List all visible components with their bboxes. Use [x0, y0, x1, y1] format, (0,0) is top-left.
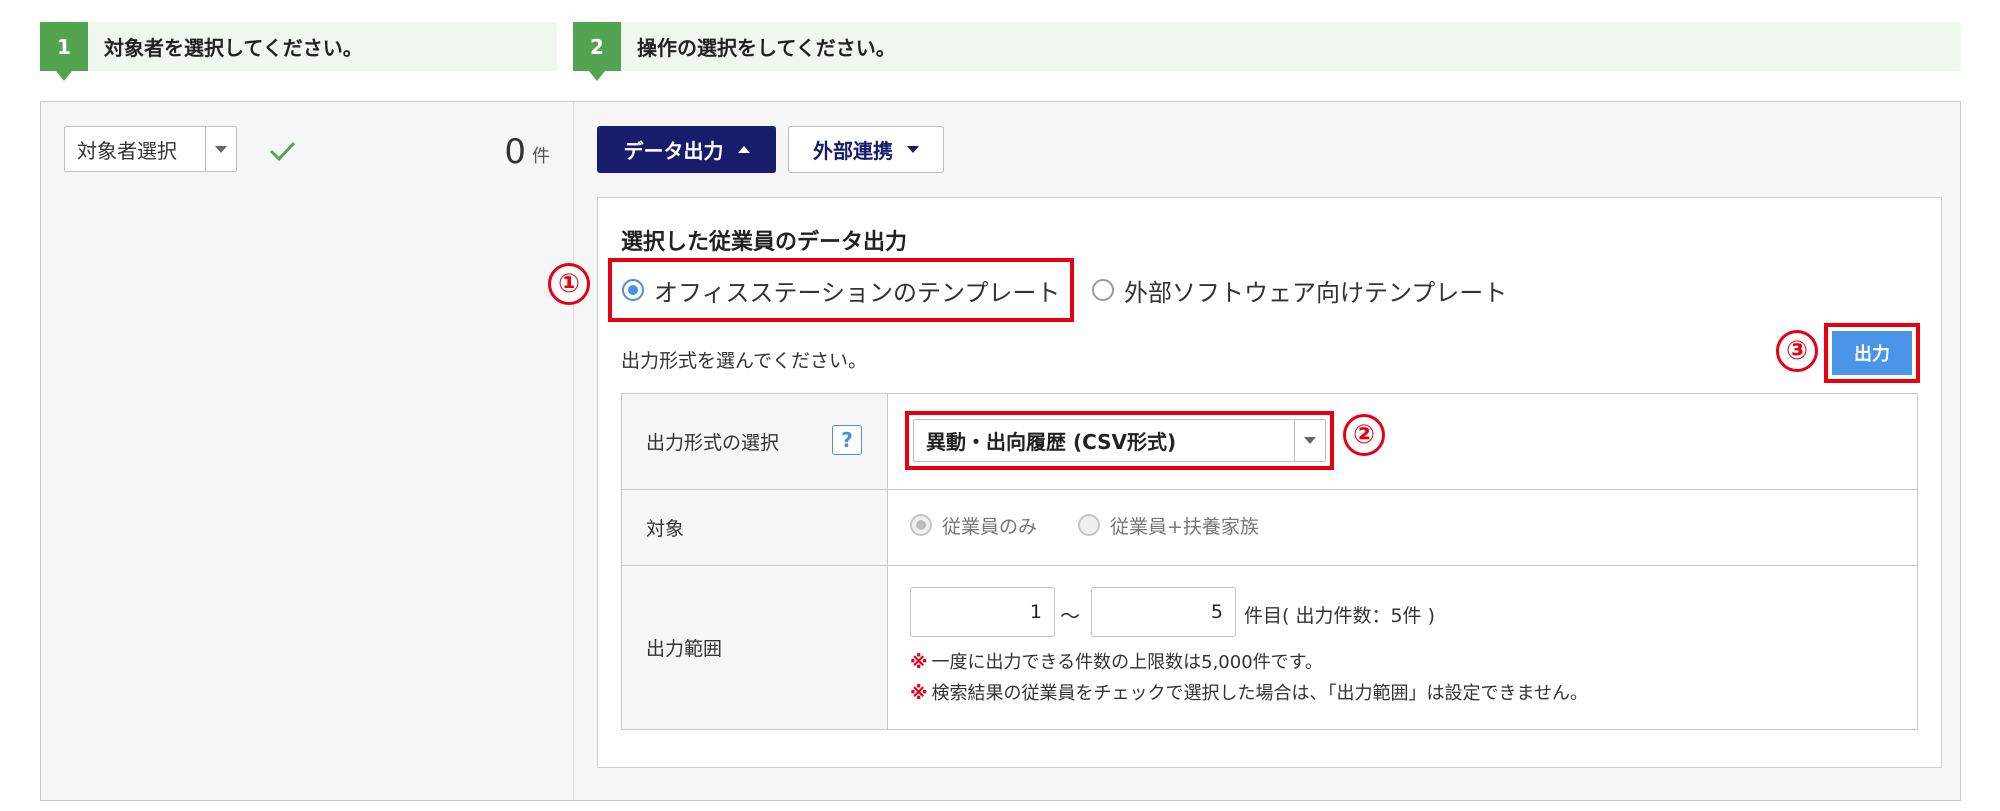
format-select[interactable]: 異動・出向履歴 (CSV形式) [913, 419, 1326, 462]
radio-selected-disabled-icon [910, 514, 932, 536]
output-button[interactable]: 出力 [1832, 331, 1912, 375]
target-count: 0 件 [470, 126, 550, 172]
help-icon[interactable]: ? [832, 425, 862, 455]
range-row-label: 出力範囲 [646, 638, 723, 660]
annotation-1: ① [548, 263, 590, 305]
target-option-with-dependents[interactable]: 従業員+扶養家族 [1078, 510, 1259, 540]
left-column [41, 102, 574, 800]
data-output-label: データ出力 [623, 139, 724, 163]
step-2-header: 2 操作の選択をしてください。 [573, 22, 1961, 81]
help-icon-glyph: ? [841, 428, 853, 452]
format-row-label: 出力形式の選択 [646, 432, 780, 454]
step-2-text: 操作の選択をしてください。 [637, 36, 896, 60]
chevron-up-icon [737, 146, 750, 153]
annotation-3: ③ [1776, 330, 1818, 372]
note-mark: ※ [910, 652, 928, 673]
section-title: 選択した従業員のデータ出力 [621, 230, 908, 255]
note-limit: ※ 一度に出力できる件数の上限数は5,000件です。 [910, 648, 1323, 674]
check-icon [266, 134, 298, 166]
note-range: ※ 検索結果の従業員をチェックで選択した場合は、「出力範囲」は設定できません。 [910, 679, 1588, 705]
format-prompt: 出力形式を選んでください。 [621, 350, 868, 372]
radio-selected-icon [622, 279, 644, 301]
target-count-value: 0 [504, 132, 526, 172]
range-separator: ～ [1060, 604, 1080, 628]
template-option-external[interactable]: 外部ソフトウェア向けテンプレート [1092, 272, 1507, 308]
chevron-down-icon [1294, 420, 1325, 461]
target-row-value [887, 489, 1918, 566]
target-count-unit: 件 [532, 146, 550, 167]
template-option-office[interactable]: オフィスステーションのテンプレート [622, 272, 1060, 308]
template-option-external-label: 外部ソフトウェア向けテンプレート [1124, 278, 1508, 307]
target-option-employee-only-label: 従業員のみ [942, 515, 1038, 538]
chevron-down-icon [205, 127, 236, 171]
annotation-2: ② [1343, 414, 1385, 456]
external-link-button[interactable]: 外部連携 [788, 126, 944, 173]
target-select-label: 対象者選択 [77, 138, 177, 163]
target-select[interactable]: 対象者選択 [64, 126, 237, 172]
note-range-text: 検索結果の従業員をチェックで選択した場合は、「出力範囲」は設定できません。 [931, 683, 1588, 704]
radio-unselected-icon [1092, 279, 1114, 301]
target-option-employee-only[interactable]: 従業員のみ [910, 510, 1037, 540]
range-row-header: 出力範囲 [621, 565, 888, 730]
note-mark: ※ [910, 683, 928, 704]
note-limit-text: 一度に出力できる件数の上限数は5,000件です。 [931, 652, 1323, 673]
target-row-header: 対象 [621, 489, 888, 566]
external-link-label: 外部連携 [813, 139, 893, 163]
target-option-with-dependents-label: 従業員+扶養家族 [1110, 515, 1259, 538]
target-row-label: 対象 [646, 518, 685, 540]
radio-unselected-disabled-icon [1078, 514, 1100, 536]
range-suffix: 件目( 出力件数：5件 ) [1244, 605, 1435, 627]
template-option-office-label: オフィスステーションのテンプレート [654, 278, 1061, 307]
step-1-text: 対象者を選択してください。 [104, 36, 363, 60]
step-1-header: 1 対象者を選択してください。 [40, 22, 557, 81]
range-to-input[interactable]: 5 [1091, 587, 1236, 637]
range-from-input[interactable]: 1 [910, 587, 1055, 637]
step-1-number: 1 [40, 22, 88, 81]
chevron-down-icon [907, 146, 919, 153]
step-2-number: 2 [573, 22, 621, 81]
format-select-value: 異動・出向履歴 (CSV形式) [926, 430, 1177, 454]
data-output-button[interactable]: データ出力 [597, 126, 776, 173]
